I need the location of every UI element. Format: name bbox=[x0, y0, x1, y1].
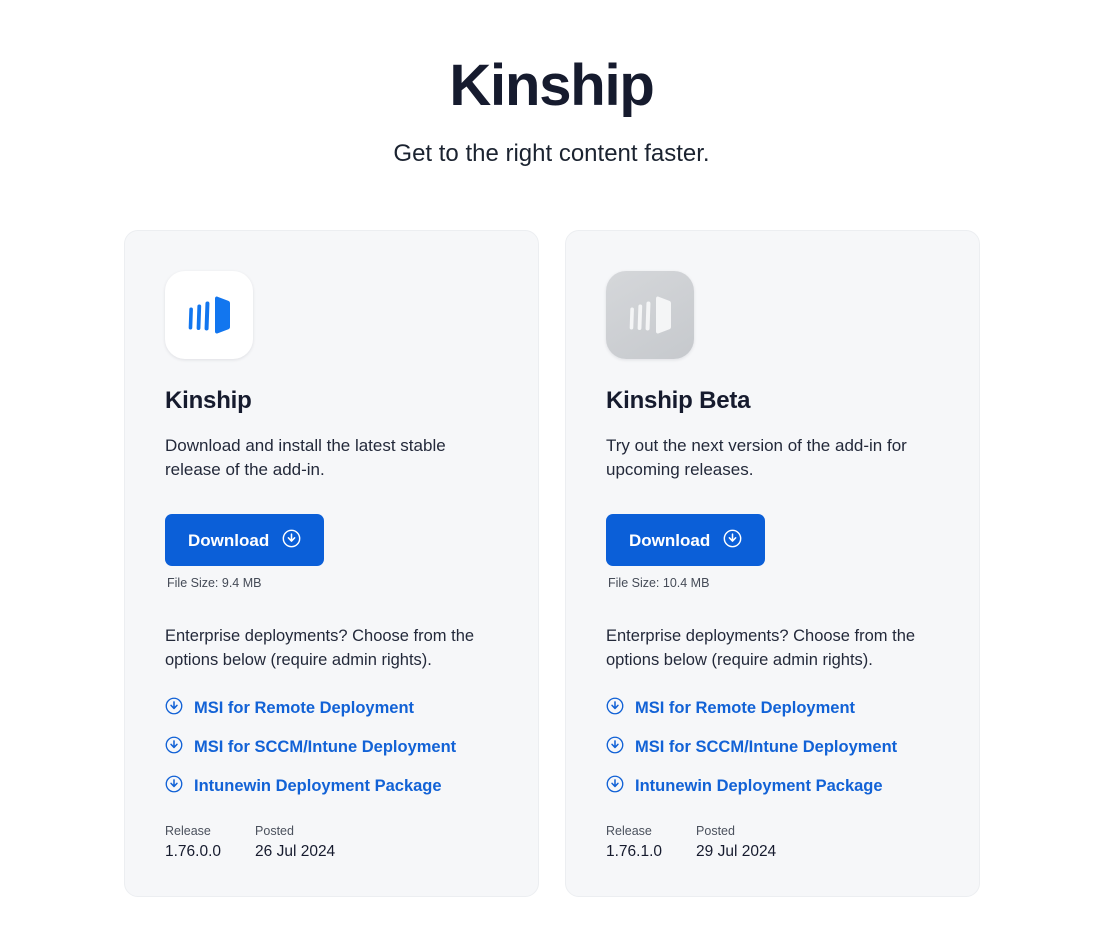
file-size-label: File Size: 10.4 MB bbox=[608, 576, 710, 591]
download-button-label: Download bbox=[188, 530, 270, 550]
download-circle-icon bbox=[606, 697, 624, 721]
page-subtitle: Get to the right content faster. bbox=[393, 139, 710, 167]
page-header: Kinship Get to the right content faster. bbox=[0, 0, 1103, 169]
download-circle-icon bbox=[282, 529, 301, 551]
release-block: Release 1.76.1.0 bbox=[606, 822, 662, 863]
card-description: Try out the next version of the add-in f… bbox=[606, 435, 907, 480]
release-label: Release bbox=[606, 824, 652, 839]
release-label: Release bbox=[165, 824, 211, 839]
link-label: MSI for SCCM/Intune Deployment bbox=[194, 737, 457, 756]
enterprise-note: Enterprise deployments? Choose from the … bbox=[165, 627, 475, 669]
download-circle-icon bbox=[606, 736, 624, 760]
link-msi-remote-deployment[interactable]: MSI for Remote Deployment bbox=[606, 697, 939, 721]
download-circle-icon bbox=[723, 529, 742, 551]
release-value: 1.76.1.0 bbox=[606, 843, 663, 861]
posted-value: 26 Jul 2024 bbox=[255, 843, 336, 861]
download-circle-icon bbox=[606, 775, 624, 799]
link-intunewin-deployment-package[interactable]: Intunewin Deployment Package bbox=[606, 775, 939, 799]
download-circle-icon bbox=[165, 775, 183, 799]
release-block: Release 1.76.0.0 bbox=[165, 822, 221, 863]
link-label: Intunewin Deployment Package bbox=[194, 776, 442, 795]
kinship-beta-logo-icon bbox=[606, 271, 694, 359]
download-card-kinship-beta: Kinship Beta Try out the next version of… bbox=[565, 230, 980, 897]
deployment-link-list: MSI for Remote Deployment MSI for SCCM/I… bbox=[606, 697, 939, 798]
release-meta: Release 1.76.1.0 Posted 29 Jul 2024 bbox=[606, 822, 776, 863]
posted-label: Posted bbox=[255, 824, 294, 839]
link-intunewin-deployment-package[interactable]: Intunewin Deployment Package bbox=[165, 775, 498, 799]
download-card-kinship: Kinship Download and install the latest … bbox=[124, 230, 539, 897]
link-label: MSI for Remote Deployment bbox=[194, 698, 415, 717]
link-msi-sccm-intune-deployment[interactable]: MSI for SCCM/Intune Deployment bbox=[165, 736, 498, 760]
download-page: Kinship Get to the right content faster.… bbox=[0, 0, 1103, 943]
posted-block: Posted 26 Jul 2024 bbox=[255, 822, 335, 863]
link-msi-sccm-intune-deployment[interactable]: MSI for SCCM/Intune Deployment bbox=[606, 736, 939, 760]
posted-block: Posted 29 Jul 2024 bbox=[696, 822, 776, 863]
enterprise-note: Enterprise deployments? Choose from the … bbox=[606, 627, 916, 669]
posted-value: 29 Jul 2024 bbox=[696, 843, 777, 861]
link-label: MSI for SCCM/Intune Deployment bbox=[635, 737, 898, 756]
download-button[interactable]: Download bbox=[606, 514, 766, 567]
download-circle-icon bbox=[165, 736, 183, 760]
release-value: 1.76.0.0 bbox=[165, 843, 222, 861]
download-cards-row: Kinship Download and install the latest … bbox=[124, 230, 980, 897]
download-button[interactable]: Download bbox=[165, 514, 325, 567]
card-title: Kinship bbox=[165, 387, 252, 414]
download-circle-icon bbox=[165, 697, 183, 721]
link-msi-remote-deployment[interactable]: MSI for Remote Deployment bbox=[165, 697, 498, 721]
link-label: MSI for Remote Deployment bbox=[635, 698, 856, 717]
release-meta: Release 1.76.0.0 Posted 26 Jul 2024 bbox=[165, 822, 335, 863]
kinship-logo-icon bbox=[165, 271, 253, 359]
page-title: Kinship bbox=[449, 53, 654, 118]
link-label: Intunewin Deployment Package bbox=[635, 776, 883, 795]
file-size-label: File Size: 9.4 MB bbox=[167, 576, 262, 591]
card-title: Kinship Beta bbox=[606, 387, 751, 414]
card-description: Download and install the latest stable r… bbox=[165, 435, 446, 480]
deployment-link-list: MSI for Remote Deployment MSI for SCCM/I… bbox=[165, 697, 498, 798]
download-button-label: Download bbox=[629, 530, 711, 550]
posted-label: Posted bbox=[696, 824, 735, 839]
